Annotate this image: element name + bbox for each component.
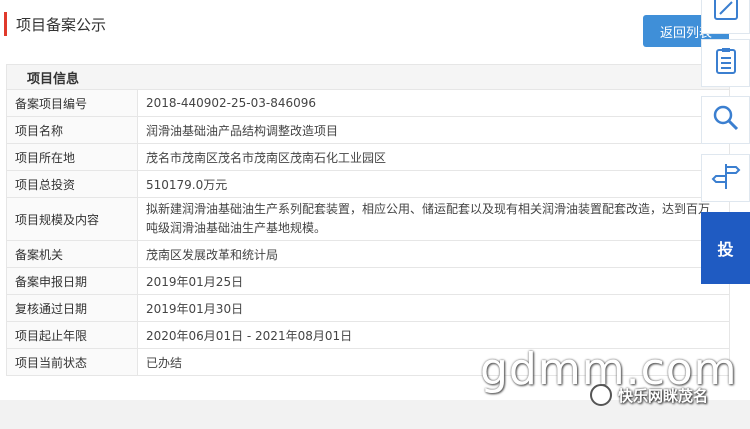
field-label: 复核通过日期 <box>6 294 138 322</box>
field-value: 2019年01月25日 <box>137 267 730 295</box>
field-label: 备案机关 <box>6 240 138 268</box>
wechat-logo-icon <box>590 384 612 406</box>
account-watermark: 快乐网眯茂名 <box>590 384 708 406</box>
content-panel: 项目备案公示 返回列表 项目信息 备案项目编号 2018-440902-25-0… <box>0 0 750 400</box>
guide-tool-button[interactable] <box>701 154 750 202</box>
table-row: 备案机关 茂南区发展改革和统计局 <box>6 240 730 268</box>
account-name: 快乐网眯茂名 <box>618 386 709 405</box>
table-row: 项目总投资 510179.0万元 <box>6 170 730 198</box>
clipboard-icon <box>709 44 743 82</box>
table-row: 项目所在地 茂名市茂南区茂名市茂南区茂南石化工业园区 <box>6 143 730 171</box>
clipboard-tool-button[interactable] <box>701 39 750 87</box>
field-value: 2018-440902-25-03-846096 <box>137 89 730 117</box>
section-header-row: 项目信息 <box>6 64 730 90</box>
page-title: 项目备案公示 <box>16 16 107 34</box>
signpost-icon <box>709 159 743 197</box>
table-row: 备案申报日期 2019年01月25日 <box>6 267 730 295</box>
section-title: 项目信息 <box>6 64 730 90</box>
project-info-table: 项目信息 备案项目编号 2018-440902-25-03-846096 项目名… <box>6 64 730 376</box>
field-value: 拟新建润滑油基础油生产系列配套装置，相应公用、储运配套以及现有相关润滑油装置配套… <box>137 197 730 241</box>
promo-banner[interactable]: 投 <box>701 212 750 284</box>
edit-icon <box>709 0 743 29</box>
edit-tool-button[interactable] <box>701 0 750 34</box>
field-value: 润滑油基础油产品结构调整改造项目 <box>137 116 730 144</box>
field-label: 项目规模及内容 <box>6 197 138 241</box>
field-value: 510179.0万元 <box>137 170 730 198</box>
field-label: 备案项目编号 <box>6 89 138 117</box>
field-value: 茂名市茂南区茂名市茂南区茂南石化工业园区 <box>137 143 730 171</box>
search-icon <box>709 101 743 139</box>
table-row: 复核通过日期 2019年01月30日 <box>6 294 730 322</box>
field-value: 2019年01月30日 <box>137 294 730 322</box>
field-value: 茂南区发展改革和统计局 <box>137 240 730 268</box>
table-row: 项目名称 润滑油基础油产品结构调整改造项目 <box>6 116 730 144</box>
search-tool-button[interactable] <box>701 96 750 144</box>
field-label: 项目总投资 <box>6 170 138 198</box>
table-row: 备案项目编号 2018-440902-25-03-846096 <box>6 89 730 117</box>
table-row: 项目规模及内容 拟新建润滑油基础油生产系列配套装置，相应公用、储运配套以及现有相… <box>6 197 730 241</box>
field-label: 项目所在地 <box>6 143 138 171</box>
field-label: 备案申报日期 <box>6 267 138 295</box>
field-label: 项目名称 <box>6 116 138 144</box>
header-accent-bar <box>4 12 7 36</box>
field-label: 项目起止年限 <box>6 321 138 349</box>
field-label: 项目当前状态 <box>6 348 138 376</box>
